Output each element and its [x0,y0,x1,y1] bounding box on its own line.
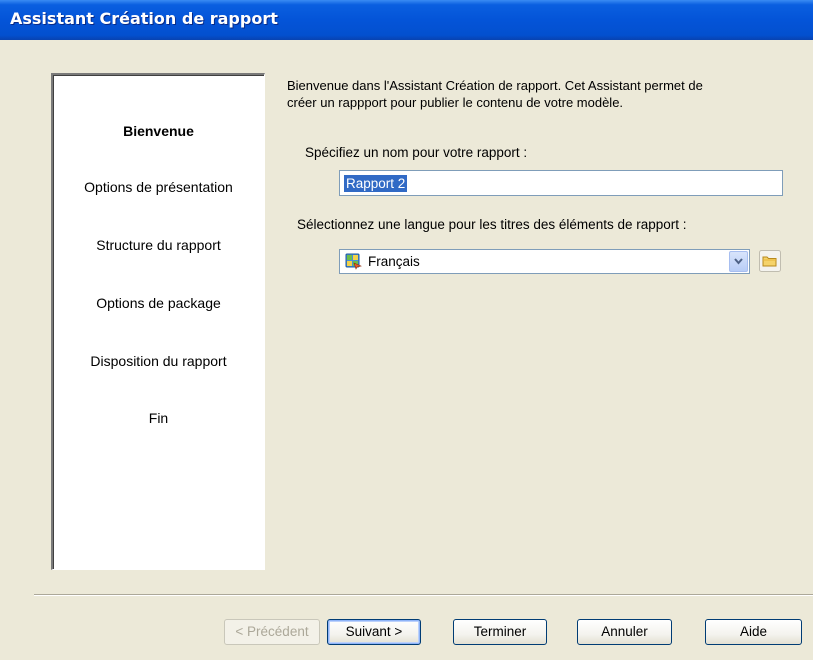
report-name-label: Spécifiez un nom pour votre rapport : [305,145,528,160]
welcome-text: Bienvenue dans l'Assistant Création de r… [287,77,797,111]
report-name-input[interactable]: Rapport 2 [339,170,783,196]
window-title: Assistant Création de rapport [10,9,278,28]
finish-button[interactable]: Terminer [453,619,547,645]
nav-step-disposition-rapport: Disposition du rapport [90,353,227,369]
language-select[interactable]: Français [339,249,750,274]
nav-step-options-package: Options de package [96,295,221,311]
help-button[interactable]: Aide [705,619,802,645]
chevron-down-icon [734,258,743,265]
cancel-button[interactable]: Annuler [577,619,672,645]
dropdown-arrow-button[interactable] [729,251,748,272]
nav-step-options-presentation: Options de présentation [84,179,233,195]
language-selected-value: Français [368,254,420,269]
nav-step-fin: Fin [148,410,169,426]
title-bar[interactable]: Assistant Création de rapport [0,0,813,40]
previous-button[interactable]: < Précédent [224,619,320,645]
folder-icon[interactable] [759,250,781,272]
nav-step-structure-rapport: Structure du rapport [96,237,221,253]
nav-step-bienvenue: Bienvenue [123,123,194,139]
welcome-line-1: Bienvenue dans l'Assistant Création de r… [287,78,703,93]
next-button[interactable]: Suivant > [327,619,421,645]
wizard-steps-panel: Bienvenue Options de présentation Struct… [51,73,265,570]
welcome-line-2: créer un rappport pour publier le conten… [287,95,624,110]
language-flag-icon [345,253,362,270]
report-name-value: Rapport 2 [344,175,408,192]
language-label: Sélectionnez une langue pour les titres … [297,217,687,232]
footer-separator [34,594,813,596]
